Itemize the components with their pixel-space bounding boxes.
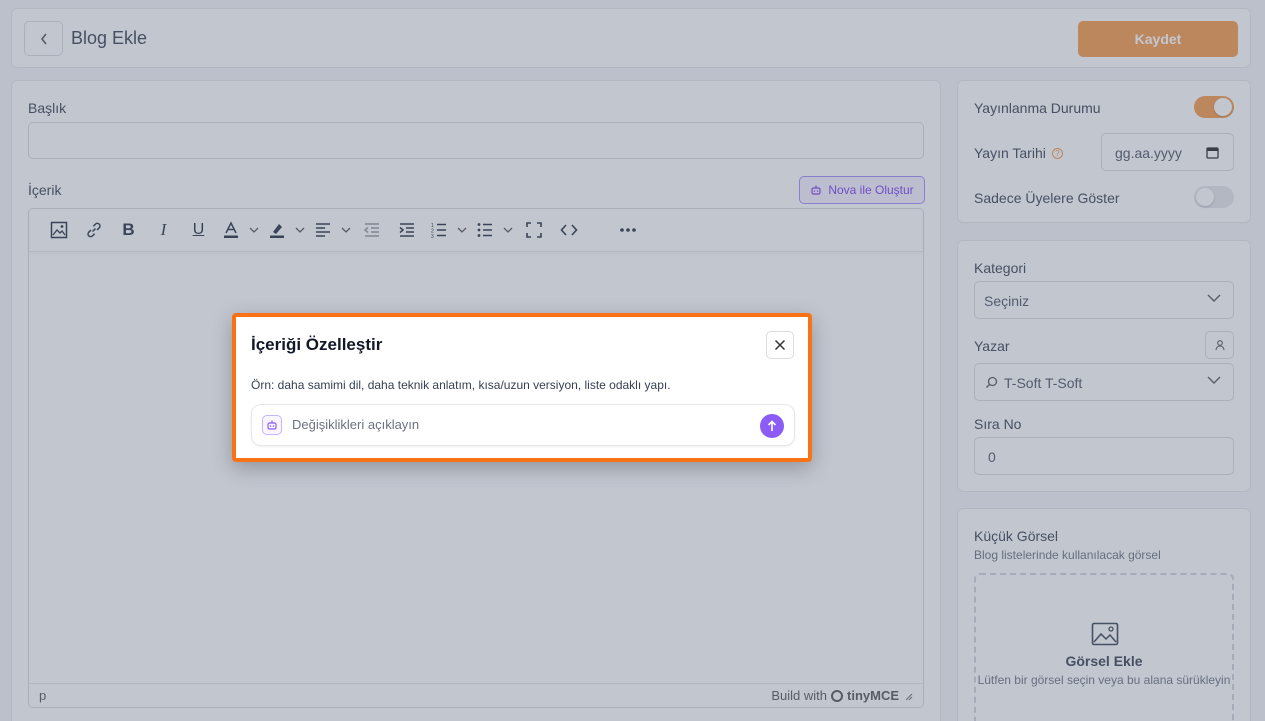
modal-title: İçeriği Özelleştir: [251, 335, 383, 354]
send-button[interactable]: [760, 414, 784, 438]
close-button[interactable]: [766, 331, 794, 359]
modal-hint: Örn: daha samimi dil, daha teknik anlatı…: [251, 378, 671, 392]
prompt-input[interactable]: Değişiklikleri açıklayın: [292, 417, 419, 432]
close-icon: [774, 339, 786, 351]
prompt-input-wrap[interactable]: Değişiklikleri açıklayın: [251, 404, 795, 446]
customize-content-modal: İçeriği Özelleştir Örn: daha samimi dil,…: [232, 313, 812, 462]
robot-icon: [262, 415, 282, 435]
arrow-up-icon: [767, 420, 777, 431]
